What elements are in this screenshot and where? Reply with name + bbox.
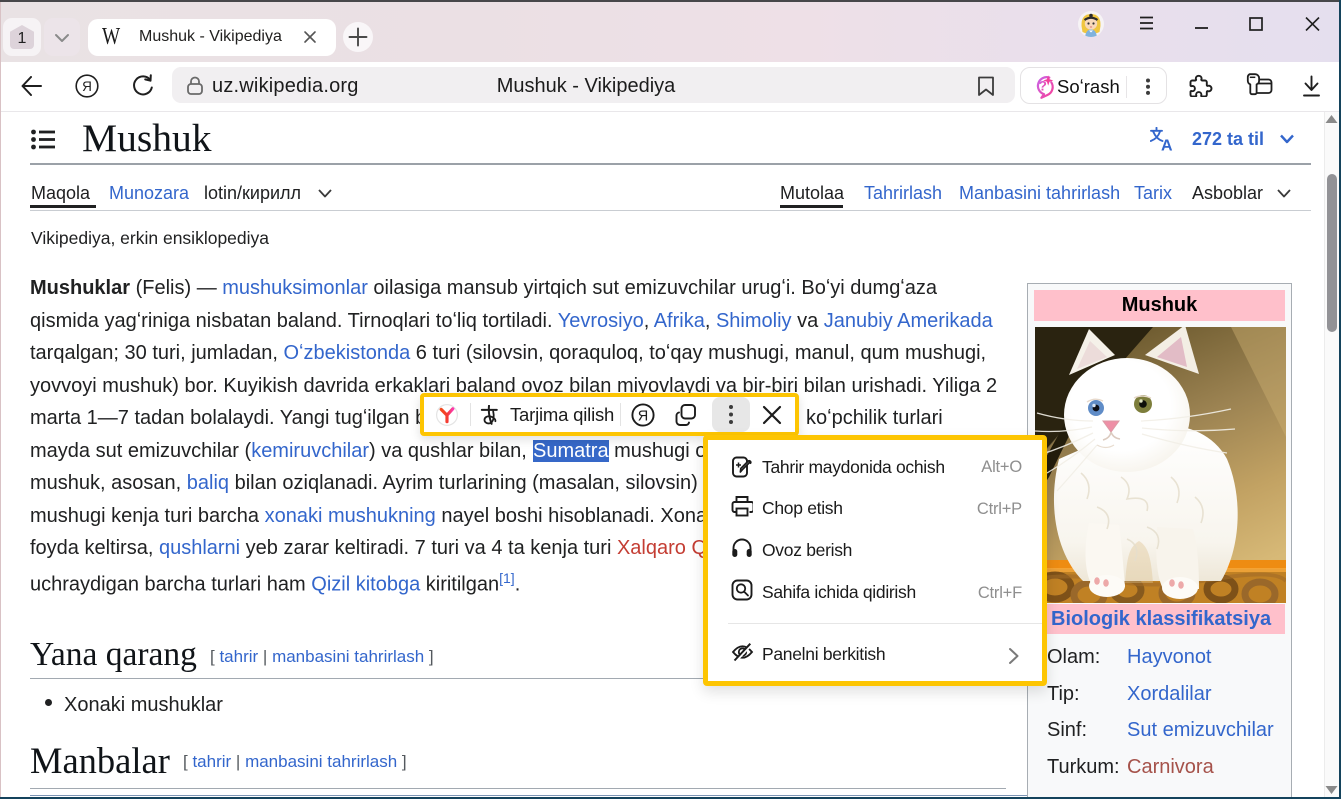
svg-text:Я: Я: [638, 409, 648, 425]
svg-text:A: A: [1161, 138, 1173, 152]
